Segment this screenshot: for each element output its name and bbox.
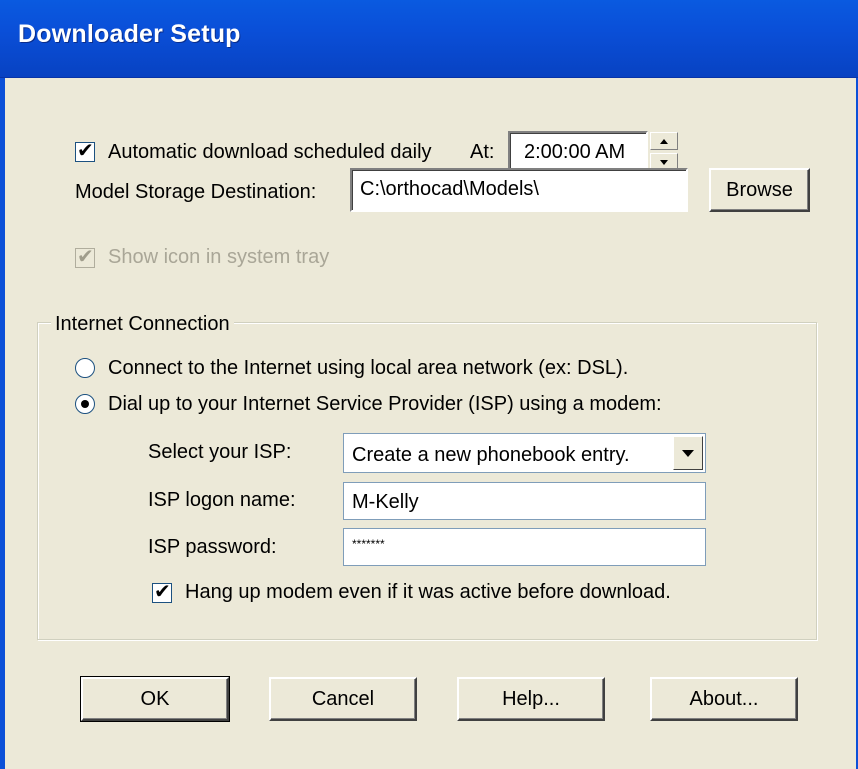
- hangup-label: Hang up modem even if it was active befo…: [185, 581, 671, 603]
- arrow-up-icon: [660, 139, 668, 144]
- window-title: Downloader Setup: [18, 20, 241, 48]
- window-left-border: [0, 78, 5, 769]
- dialup-radio[interactable]: [75, 394, 95, 414]
- time-spinner[interactable]: [650, 132, 678, 172]
- isp-select-value: Create a new phonebook entry.: [352, 444, 630, 466]
- auto-download-checkbox[interactable]: ✔: [75, 140, 95, 162]
- browse-label: Browse: [726, 179, 793, 201]
- storage-path-input[interactable]: C:\orthocad\Models\: [350, 168, 688, 212]
- arrow-down-icon: [660, 160, 668, 165]
- about-label: About...: [689, 688, 759, 710]
- check-icon: ✔: [77, 246, 94, 268]
- lan-radio-label: Connect to the Internet using local area…: [108, 357, 629, 379]
- dialup-radio-label: Dial up to your Internet Service Provide…: [108, 393, 662, 415]
- auto-download-label: Automatic download scheduled daily: [108, 141, 432, 163]
- browse-button[interactable]: Browse: [709, 168, 810, 212]
- ok-label: OK: [140, 688, 170, 710]
- password-label: ISP password:: [148, 536, 277, 558]
- chevron-down-icon: [682, 450, 694, 457]
- cancel-label: Cancel: [311, 688, 375, 710]
- logon-label: ISP logon name:: [148, 489, 296, 511]
- internet-connection-group-label: Internet Connection: [51, 312, 234, 336]
- spin-up-button[interactable]: [650, 132, 678, 150]
- password-input[interactable]: *******: [343, 528, 706, 566]
- show-tray-icon-checkbox[interactable]: ✔: [75, 246, 95, 268]
- at-label: At:: [470, 141, 495, 163]
- time-value: 2:00:00 AM: [524, 141, 626, 163]
- help-label: Help...: [502, 688, 560, 710]
- title-bar[interactable]: Downloader Setup: [0, 0, 858, 78]
- cancel-button[interactable]: Cancel: [269, 677, 417, 721]
- check-icon: ✔: [154, 581, 171, 603]
- hangup-checkbox[interactable]: ✔: [152, 581, 172, 603]
- check-icon: ✔: [77, 140, 94, 162]
- isp-dropdown-button[interactable]: [673, 436, 703, 470]
- isp-select[interactable]: Create a new phonebook entry.: [343, 433, 706, 473]
- downloader-setup-dialog: Downloader Setup ✔ Automatic download sc…: [0, 0, 858, 769]
- logon-name-value: M-Kelly: [352, 491, 419, 513]
- about-button[interactable]: About...: [650, 677, 798, 721]
- storage-path-value: C:\orthocad\Models\: [360, 178, 539, 200]
- show-tray-icon-label: Show icon in system tray: [108, 246, 330, 268]
- help-button[interactable]: Help...: [457, 677, 605, 721]
- storage-label: Model Storage Destination:: [75, 181, 317, 203]
- lan-radio[interactable]: [75, 358, 95, 378]
- logon-name-input[interactable]: M-Kelly: [343, 482, 706, 520]
- time-input[interactable]: 2:00:00 AM: [508, 131, 648, 173]
- ok-button[interactable]: OK: [80, 676, 230, 722]
- password-value: *******: [352, 537, 385, 551]
- isp-select-label: Select your ISP:: [148, 441, 292, 463]
- radio-selected-dot: [81, 400, 89, 408]
